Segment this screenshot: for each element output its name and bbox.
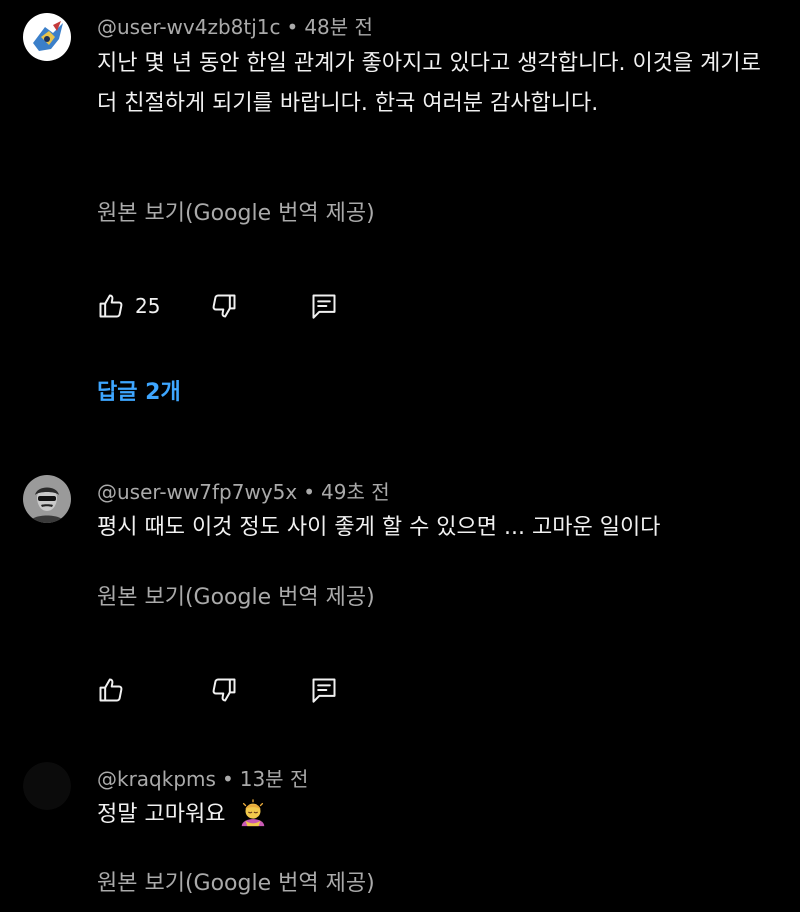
- comment-actions: [97, 673, 397, 707]
- comment-author[interactable]: @kraqkpms: [97, 767, 216, 791]
- reply-button[interactable]: [310, 289, 338, 323]
- comment-author[interactable]: @user-ww7fp7wy5x: [97, 480, 297, 504]
- comment-meta: @user-wv4zb8tj1c • 48분 전: [97, 11, 373, 40]
- reply-icon: [312, 678, 336, 703]
- comment-author[interactable]: @user-wv4zb8tj1c: [97, 15, 281, 39]
- thumbs-up-icon: [99, 294, 123, 318]
- meta-separator: •: [221, 767, 234, 791]
- see-original-link[interactable]: 원본 보기(Google 번역 제공): [97, 579, 375, 611]
- comment-time[interactable]: 13분 전: [240, 767, 309, 791]
- like-count: 25: [135, 294, 161, 318]
- avatar[interactable]: [23, 475, 71, 523]
- comment-meta: @user-ww7fp7wy5x • 49초 전: [97, 476, 390, 505]
- person-bowing-emoji: [242, 799, 265, 827]
- comment-text: 평시 때도 이것 정도 사이 좋게 할 수 있으면 ... 고마운 일이다: [97, 515, 661, 540]
- comment-text-row: 정말 고마워요: [97, 795, 777, 835]
- meta-separator: •: [286, 15, 299, 39]
- comment-text: 정말 고마워요: [97, 802, 226, 827]
- reply-icon: [312, 294, 336, 319]
- thumbs-down-icon: [212, 294, 236, 318]
- thumbs-up-icon: [99, 678, 123, 702]
- comment-time[interactable]: 49초 전: [321, 480, 390, 504]
- dislike-button[interactable]: [210, 289, 238, 323]
- avatar-image: [23, 762, 71, 810]
- comment-text: 지난 몇 년 동안 한일 관계가 좋아지고 있다고 생각합니다. 이것을 계기로…: [97, 51, 761, 116]
- thumbs-down-icon: [212, 678, 236, 702]
- dislike-button[interactable]: [210, 673, 238, 707]
- comment-actions: 25: [97, 289, 397, 323]
- view-replies-button[interactable]: 답글 2개: [97, 374, 181, 406]
- avatar[interactable]: [23, 13, 71, 61]
- reply-button[interactable]: [310, 673, 338, 707]
- comment-time[interactable]: 48분 전: [304, 15, 373, 39]
- like-button[interactable]: [97, 673, 125, 707]
- like-button[interactable]: 25: [97, 289, 160, 323]
- comment-meta: @kraqkpms • 13분 전: [97, 763, 308, 792]
- meta-separator: •: [303, 480, 316, 504]
- avatar[interactable]: [23, 762, 71, 810]
- avatar-image: [23, 475, 71, 523]
- avatar-image: [23, 13, 71, 61]
- see-original-link[interactable]: 원본 보기(Google 번역 제공): [97, 195, 375, 227]
- see-original-link[interactable]: 원본 보기(Google 번역 제공): [97, 865, 375, 897]
